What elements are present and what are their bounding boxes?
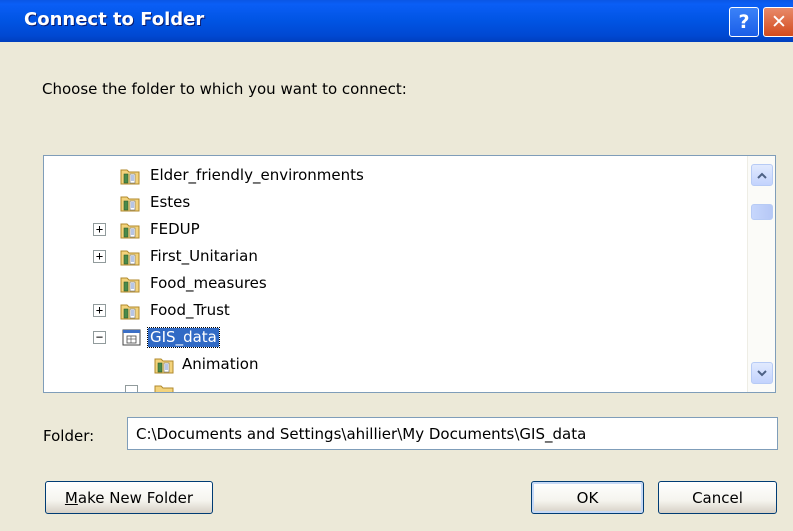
chevron-down-icon (757, 369, 767, 376)
button-label: ake New Folder (77, 488, 194, 507)
collapse-toggle[interactable]: − (93, 331, 106, 344)
expand-toggle[interactable] (125, 385, 138, 392)
folder-icon (120, 277, 140, 293)
close-icon: ✕ (771, 11, 787, 33)
folder-icon (120, 304, 140, 320)
expand-toggle[interactable]: + (93, 304, 106, 317)
tree-item-estes[interactable]: Estes (44, 189, 744, 216)
cancel-button[interactable]: Cancel (658, 481, 777, 514)
tree-item-label: Animation (182, 355, 259, 373)
tree-item-food-trust[interactable]: + Food_Trust (44, 297, 744, 324)
tree-item-label: Food_measures (150, 274, 267, 292)
tree-item-gis-data[interactable]: − GIS_data (44, 324, 744, 351)
title-bar[interactable]: Connect to Folder ? ✕ (0, 0, 793, 42)
folder-icon (120, 196, 140, 212)
folder-icon (154, 358, 174, 374)
scroll-up-button[interactable] (751, 164, 773, 186)
tree-item-partial[interactable] (44, 378, 744, 392)
tree-item-label: Estes (150, 193, 191, 211)
close-button[interactable]: ✕ (763, 7, 793, 37)
chevron-up-icon (757, 172, 767, 179)
help-icon: ? (738, 11, 750, 33)
make-new-folder-button[interactable]: Make New Folder (45, 481, 213, 514)
help-button[interactable]: ? (729, 7, 759, 37)
tree-item-label: First_Unitarian (150, 247, 258, 265)
button-mnemonic: M (64, 488, 78, 507)
tree-item-label: Elder_friendly_environments (150, 166, 364, 184)
expand-toggle[interactable]: + (93, 223, 106, 236)
expand-toggle[interactable]: + (93, 250, 106, 263)
ok-button[interactable]: OK (531, 481, 644, 514)
folder-icon (120, 169, 140, 185)
folder-icon (154, 385, 174, 392)
folder-label: Folder: (43, 427, 95, 445)
instruction-text: Choose the folder to which you want to c… (42, 80, 407, 98)
scroll-thumb[interactable] (751, 204, 773, 220)
tree-item-first-unitarian[interactable]: + First_Unitarian (44, 243, 744, 270)
folder-icon (120, 223, 140, 239)
vertical-scrollbar[interactable] (747, 156, 775, 392)
tree-item-food-measures[interactable]: Food_measures (44, 270, 744, 297)
tree-item-elder-friendly-environments[interactable]: Elder_friendly_environments (44, 162, 744, 189)
tree-item-label: Food_Trust (150, 301, 230, 319)
tree-item-label: GIS_data (147, 327, 220, 348)
tree-item-animation[interactable]: Animation (44, 351, 744, 378)
tree-item-fedup[interactable]: + FEDUP (44, 216, 744, 243)
tree-item-label: FEDUP (150, 220, 200, 238)
folder-icon (120, 250, 140, 266)
window-title: Connect to Folder (24, 9, 205, 30)
database-folder-icon (122, 329, 141, 346)
folder-tree[interactable]: Elder_friendly_environments Estes + FEDU… (43, 155, 776, 393)
scroll-down-button[interactable] (751, 362, 773, 384)
connect-to-folder-dialog: Connect to Folder ? ✕ Choose the folder … (0, 0, 793, 531)
folder-path-input[interactable] (127, 417, 778, 450)
